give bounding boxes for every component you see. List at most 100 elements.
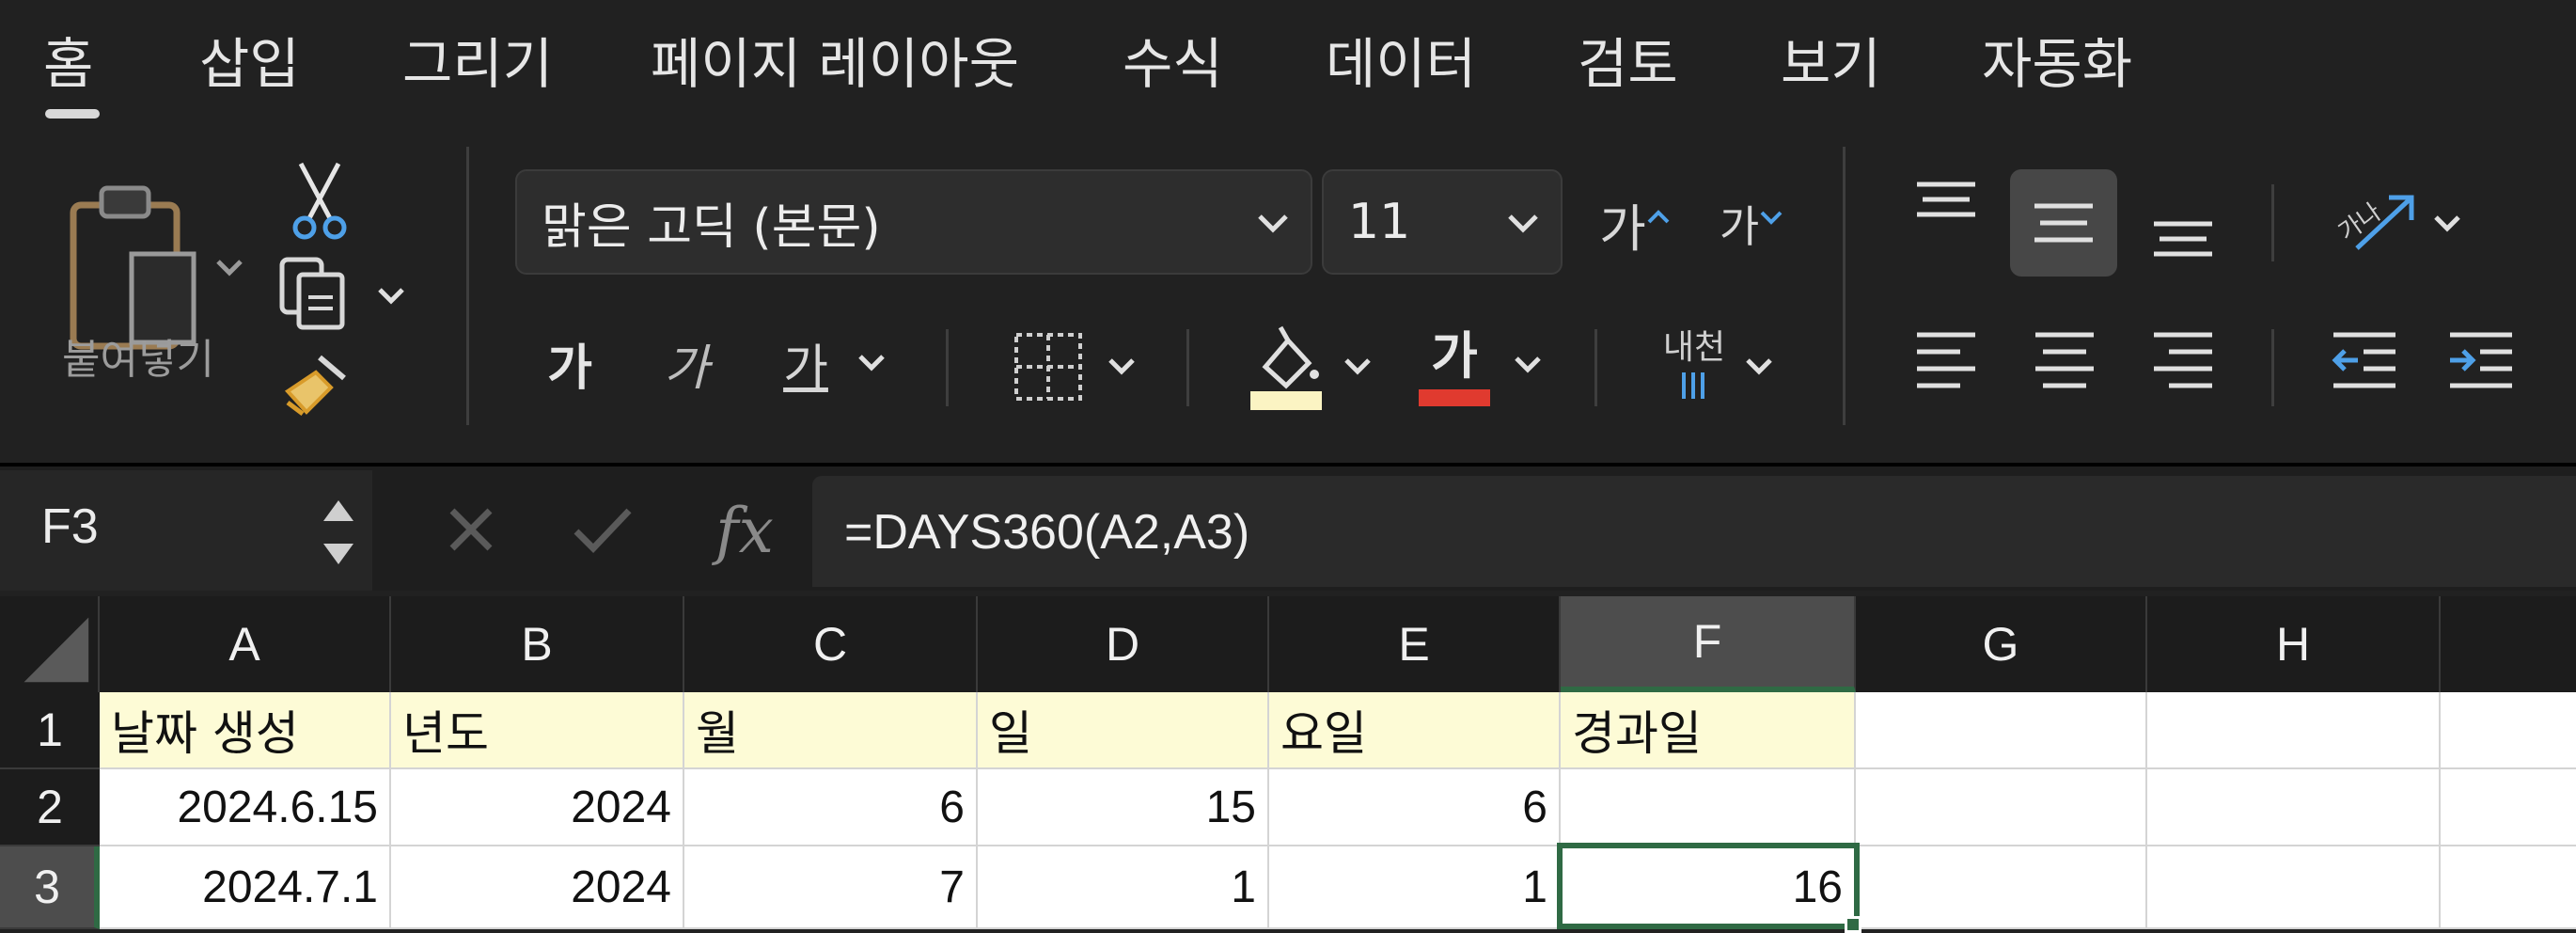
tab-formulas[interactable]: 수식 xyxy=(1123,17,1223,102)
tab-home[interactable]: 홈 xyxy=(43,17,93,102)
chevron-down-icon xyxy=(1508,214,1538,233)
select-all-corner[interactable] xyxy=(0,596,100,692)
scissors-icon xyxy=(292,162,347,240)
cell-c1[interactable]: 월 xyxy=(684,692,978,769)
cell-i2[interactable] xyxy=(2441,769,2576,846)
column-header-c[interactable]: C xyxy=(684,596,978,692)
align-left-button[interactable] xyxy=(1907,320,1986,399)
fill-handle[interactable] xyxy=(1845,916,1861,933)
cell-e3[interactable]: 1 xyxy=(1269,846,1561,929)
cell-b3[interactable]: 2024 xyxy=(391,846,684,929)
excel-window: 홈 삽입 그리기 페이지 레이아웃 수식 데이터 검토 보기 자동화 붙여넣기 xyxy=(0,0,2576,933)
cell-g3[interactable] xyxy=(1856,846,2147,929)
cell-f1[interactable]: 경과일 xyxy=(1561,692,1856,769)
tab-page-layout[interactable]: 페이지 레이아웃 xyxy=(651,17,1019,102)
cell-g2[interactable] xyxy=(1856,769,2147,846)
formula-text: =DAYS360(A2,A3) xyxy=(844,505,1250,560)
wrap-text-button[interactable]: 내천 xyxy=(1643,316,1794,418)
name-box[interactable]: F3 xyxy=(0,470,372,591)
active-cell-outline xyxy=(1557,843,1860,929)
fx-icon: fx xyxy=(715,494,774,567)
row-header-2[interactable]: 2 xyxy=(0,769,100,846)
caret-down-icon xyxy=(1760,211,1783,225)
cell-g1[interactable] xyxy=(1856,692,2147,769)
underline-button[interactable]: 가 xyxy=(769,316,901,410)
column-header-b[interactable]: B xyxy=(391,596,684,692)
cell-b1[interactable]: 년도 xyxy=(391,692,684,769)
enter-button[interactable] xyxy=(560,487,645,572)
insert-function-button[interactable]: fx xyxy=(699,485,790,576)
tab-data[interactable]: 데이터 xyxy=(1326,17,1476,102)
font-color-button[interactable]: 가 xyxy=(1410,312,1551,418)
cell-e1[interactable]: 요일 xyxy=(1269,692,1561,769)
cell-d3[interactable]: 1 xyxy=(978,846,1269,929)
chevron-down-icon xyxy=(1746,358,1772,375)
font-name-value: 맑은 고딕 (본문) xyxy=(542,198,881,256)
italic-glyph: 가 xyxy=(664,340,709,397)
align-center-icon xyxy=(2035,332,2094,388)
up-down-arrows-icon[interactable] xyxy=(318,489,359,576)
italic-button[interactable]: 가 xyxy=(649,316,724,410)
increase-indent-icon xyxy=(2450,332,2512,388)
cell-c3[interactable]: 7 xyxy=(684,846,978,929)
align-middle-button[interactable] xyxy=(2010,169,2117,277)
align-bottom-button[interactable] xyxy=(2144,194,2223,273)
cell-h2[interactable] xyxy=(2147,769,2441,846)
tab-insert[interactable]: 삽입 xyxy=(199,17,300,102)
cancel-button[interactable] xyxy=(429,487,513,572)
cell-c2[interactable]: 6 xyxy=(684,769,978,846)
column-header-a[interactable]: A xyxy=(100,596,391,692)
spreadsheet-grid: A B C D E F G H 1 2 3 날짜 생성 년도 월 일 요일 경과… xyxy=(0,596,2576,933)
tab-automate[interactable]: 자동화 xyxy=(1982,17,2132,102)
formula-input[interactable]: =DAYS360(A2,A3) xyxy=(812,476,2576,587)
column-header-d[interactable]: D xyxy=(978,596,1269,692)
chevron-down-icon xyxy=(1258,214,1288,233)
column-header-h[interactable]: H xyxy=(2147,596,2441,692)
shrink-font-glyph: 가 xyxy=(1719,201,1760,252)
cell-a3[interactable]: 2024.7.1 xyxy=(100,846,391,929)
cell-a1[interactable]: 날짜 생성 xyxy=(100,692,391,769)
align-right-button[interactable] xyxy=(2144,320,2223,399)
cut-button[interactable] xyxy=(282,160,357,243)
borders-button[interactable] xyxy=(998,320,1149,414)
cell-d2[interactable]: 15 xyxy=(978,769,1269,846)
bold-button[interactable]: 가 xyxy=(532,316,607,410)
cell-h3[interactable] xyxy=(2147,846,2441,929)
format-painter-button[interactable] xyxy=(278,350,353,421)
font-size-dropdown[interactable]: 11 xyxy=(1322,169,1563,275)
align-center-button[interactable] xyxy=(2025,320,2104,399)
cell-e2[interactable]: 6 xyxy=(1269,769,1561,846)
column-header-g[interactable]: G xyxy=(1856,596,2147,692)
decrease-indent-button[interactable] xyxy=(2322,320,2407,399)
cell-d1[interactable]: 일 xyxy=(978,692,1269,769)
cell-i1[interactable] xyxy=(2441,692,2576,769)
fill-color-button[interactable] xyxy=(1239,316,1380,418)
copy-button[interactable] xyxy=(275,256,416,331)
decrease-font-size-button[interactable]: 가 xyxy=(1700,177,1803,271)
increase-font-size-button[interactable]: 가 xyxy=(1583,177,1687,271)
cell-b2[interactable]: 2024 xyxy=(391,769,684,846)
cell-f2[interactable] xyxy=(1561,769,1856,846)
row-header-3[interactable]: 3 xyxy=(0,846,100,929)
cell-a2[interactable]: 2024.6.15 xyxy=(100,769,391,846)
checkmark-icon xyxy=(573,508,632,554)
divider xyxy=(946,329,949,406)
column-header-next[interactable] xyxy=(2441,596,2576,692)
row-header-1[interactable]: 1 xyxy=(0,692,100,769)
orientation-button[interactable]: 가나 xyxy=(2318,177,2478,271)
font-color-swatch: 가 xyxy=(1419,324,1490,406)
column-header-f[interactable]: F xyxy=(1561,596,1856,692)
align-top-button[interactable] xyxy=(1907,167,1986,246)
cell-h1[interactable] xyxy=(2147,692,2441,769)
tab-draw[interactable]: 그리기 xyxy=(402,17,553,102)
tab-view[interactable]: 보기 xyxy=(1781,17,1881,102)
column-header-e[interactable]: E xyxy=(1269,596,1561,692)
increase-indent-button[interactable] xyxy=(2439,320,2523,399)
active-tab-indicator xyxy=(45,109,100,119)
paste-label: 붙여넣기 xyxy=(62,336,214,384)
ribbon-tab-bar: 홈 삽입 그리기 페이지 레이아웃 수식 데이터 검토 보기 자동화 xyxy=(0,0,2576,132)
tab-review[interactable]: 검토 xyxy=(1578,17,1678,102)
font-name-dropdown[interactable]: 맑은 고딕 (본문) xyxy=(515,169,1312,275)
cell-i3[interactable] xyxy=(2441,846,2576,929)
wrap-text-icon: 내천 xyxy=(1663,327,1725,406)
